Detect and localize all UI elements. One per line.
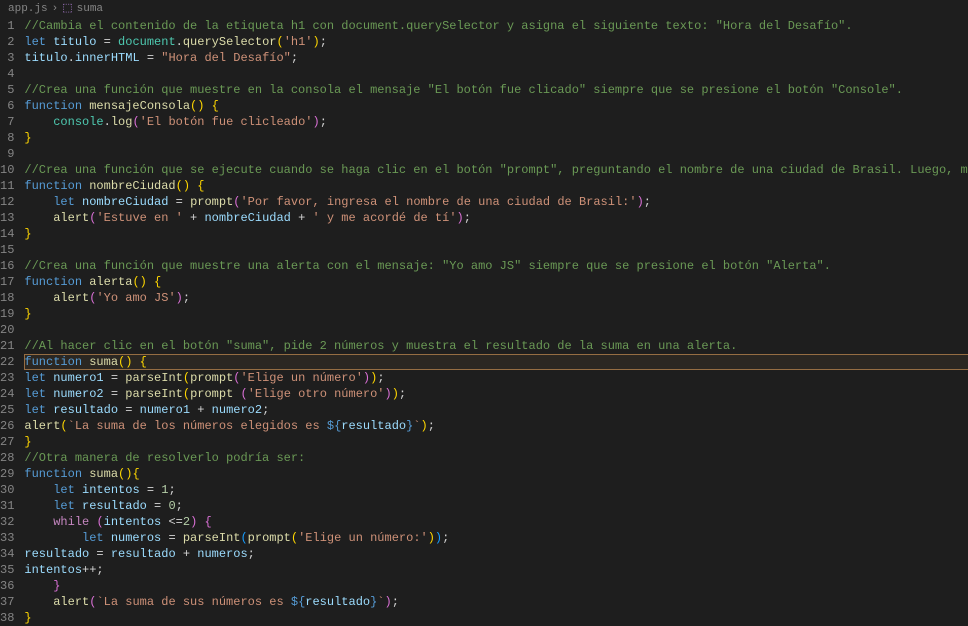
line-number-gutter: 1234567891011121314151617181920212223242… <box>0 18 24 616</box>
line-number: 30 <box>0 482 14 498</box>
code-line[interactable]: function mensajeConsola() { <box>24 98 968 114</box>
code-line[interactable] <box>24 322 968 338</box>
code-line[interactable]: let numeros = parseInt(prompt('Elige un … <box>24 530 968 546</box>
line-number: 35 <box>0 562 14 578</box>
line-number: 9 <box>0 146 14 162</box>
breadcrumb[interactable]: app.js › ⬚ suma <box>0 0 968 18</box>
line-number: 18 <box>0 290 14 306</box>
line-number: 19 <box>0 306 14 322</box>
code-line[interactable]: let resultado = numero1 + numero2; <box>24 402 968 418</box>
line-number: 24 <box>0 386 14 402</box>
breadcrumb-symbol[interactable]: suma <box>77 1 103 17</box>
line-number: 16 <box>0 258 14 274</box>
line-number: 25 <box>0 402 14 418</box>
line-number: 22 <box>0 354 14 370</box>
code-line[interactable]: function alerta() { <box>24 274 968 290</box>
code-line[interactable]: //Otra manera de resolverlo podría ser: <box>24 450 968 466</box>
code-line[interactable] <box>24 66 968 82</box>
code-line[interactable]: let titulo = document.querySelector('h1'… <box>24 34 968 50</box>
line-number: 3 <box>0 50 14 66</box>
code-line[interactable]: } <box>24 226 968 242</box>
code-line[interactable]: //Crea una función que muestre una alert… <box>24 258 968 274</box>
line-number: 29 <box>0 466 14 482</box>
line-number: 26 <box>0 418 14 434</box>
code-line[interactable]: let numero1 = parseInt(prompt('Elige un … <box>24 370 968 386</box>
line-number: 17 <box>0 274 14 290</box>
code-line[interactable]: alert(`La suma de los números elegidos e… <box>24 418 968 434</box>
code-line[interactable]: function suma(){ <box>24 466 968 482</box>
code-line[interactable] <box>24 146 968 162</box>
code-line[interactable]: alert('Estuve en ' + nombreCiudad + ' y … <box>24 210 968 226</box>
code-line[interactable]: //Crea una función que muestre en la con… <box>24 82 968 98</box>
line-number: 15 <box>0 242 14 258</box>
code-line[interactable]: //Cambia el contenido de la etiqueta h1 … <box>24 18 968 34</box>
line-number: 13 <box>0 210 14 226</box>
line-number: 23 <box>0 370 14 386</box>
line-number: 36 <box>0 578 14 594</box>
code-line[interactable]: } <box>24 578 968 594</box>
code-line[interactable]: let resultado = 0; <box>24 498 968 514</box>
code-line[interactable]: resultado = resultado + numeros; <box>24 546 968 562</box>
code-line[interactable]: titulo.innerHTML = "Hora del Desafío"; <box>24 50 968 66</box>
code-area[interactable]: //Cambia el contenido de la etiqueta h1 … <box>24 18 968 616</box>
line-number: 2 <box>0 34 14 50</box>
code-line[interactable]: } <box>24 434 968 450</box>
line-number: 34 <box>0 546 14 562</box>
code-line[interactable]: } <box>24 130 968 146</box>
code-line[interactable]: intentos++; <box>24 562 968 578</box>
line-number: 14 <box>0 226 14 242</box>
line-number: 7 <box>0 114 14 130</box>
line-number: 38 <box>0 610 14 626</box>
code-line[interactable]: //Crea una función que se ejecute cuando… <box>24 162 968 178</box>
cube-icon: ⬚ <box>62 1 72 17</box>
code-line[interactable]: while (intentos <=2) { <box>24 514 968 530</box>
code-line[interactable]: } <box>24 610 968 626</box>
line-number: 21 <box>0 338 14 354</box>
code-line[interactable]: } <box>24 306 968 322</box>
code-line[interactable]: alert(`La suma de sus números es ${resul… <box>24 594 968 610</box>
line-number: 8 <box>0 130 14 146</box>
code-line[interactable]: let nombreCiudad = prompt('Por favor, in… <box>24 194 968 210</box>
code-editor[interactable]: 1234567891011121314151617181920212223242… <box>0 18 968 616</box>
code-line[interactable]: function suma() { <box>24 354 968 370</box>
line-number: 20 <box>0 322 14 338</box>
breadcrumb-file[interactable]: app.js <box>8 1 48 17</box>
line-number: 12 <box>0 194 14 210</box>
code-line[interactable]: console.log('El botón fue clicleado'); <box>24 114 968 130</box>
line-number: 1 <box>0 18 14 34</box>
line-number: 10 <box>0 162 14 178</box>
line-number: 11 <box>0 178 14 194</box>
line-number: 32 <box>0 514 14 530</box>
line-number: 28 <box>0 450 14 466</box>
code-line[interactable]: function nombreCiudad() { <box>24 178 968 194</box>
line-number: 5 <box>0 82 14 98</box>
line-number: 6 <box>0 98 14 114</box>
line-number: 4 <box>0 66 14 82</box>
line-number: 31 <box>0 498 14 514</box>
code-line[interactable]: let numero2 = parseInt(prompt ('Elige ot… <box>24 386 968 402</box>
code-line[interactable]: alert('Yo amo JS'); <box>24 290 968 306</box>
code-line[interactable]: let intentos = 1; <box>24 482 968 498</box>
line-number: 33 <box>0 530 14 546</box>
chevron-right-icon: › <box>52 1 59 17</box>
code-line[interactable]: //Al hacer clic en el botón "suma", pide… <box>24 338 968 354</box>
code-line[interactable] <box>24 242 968 258</box>
line-number: 37 <box>0 594 14 610</box>
line-number: 27 <box>0 434 14 450</box>
